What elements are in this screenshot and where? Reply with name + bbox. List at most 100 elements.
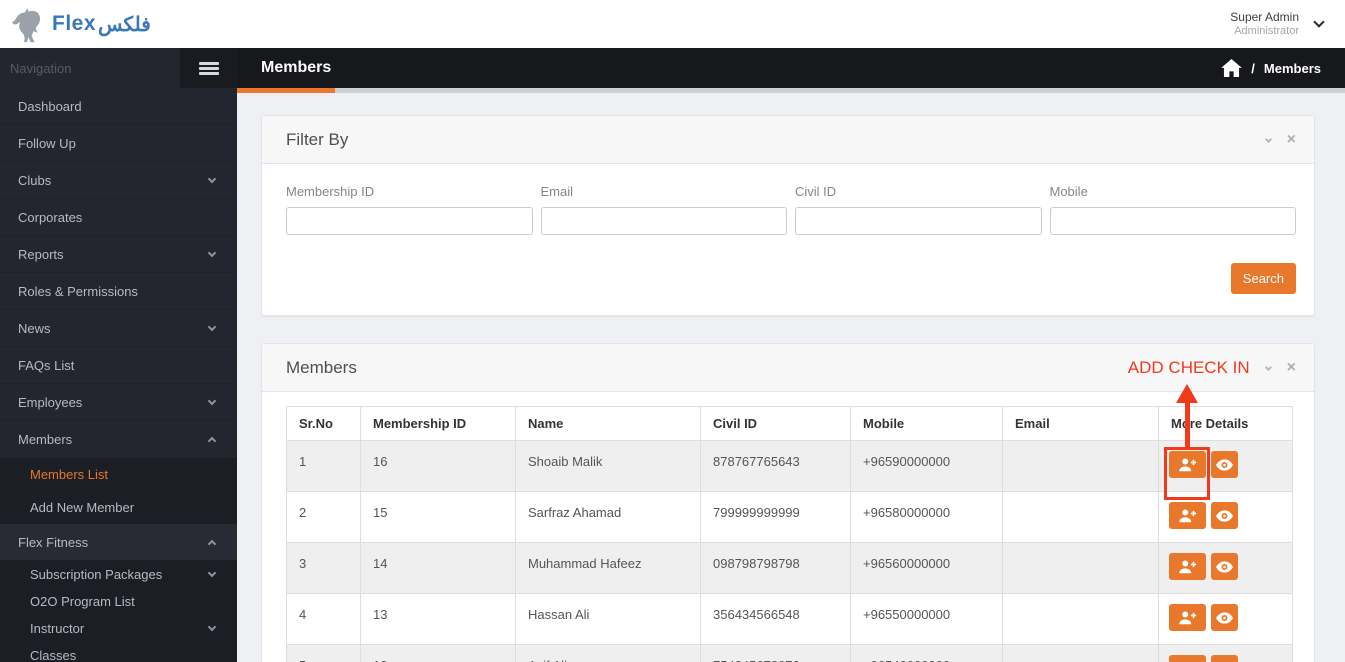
chevron-up-icon xyxy=(207,539,217,548)
sidebar-item-members-list[interactable]: Members List xyxy=(0,458,237,491)
field-label: Email xyxy=(540,184,574,199)
cell-actions xyxy=(1158,440,1293,492)
sidebar-item-reports[interactable]: Reports xyxy=(0,236,237,273)
cell-mobile: +96580000000 xyxy=(850,491,1003,543)
col-srno: Sr.No xyxy=(286,406,361,441)
sidebar-item-faqs-list[interactable]: FAQs List xyxy=(0,347,237,384)
collapse-panel-icon[interactable] xyxy=(1264,363,1272,372)
user-plus-icon xyxy=(1178,508,1197,523)
field-label: Membership ID xyxy=(286,184,375,199)
email-input[interactable] xyxy=(540,207,787,235)
sidebar-item-label: O2O Program List xyxy=(30,594,135,609)
cell-actions xyxy=(1158,491,1293,543)
field-civil-id: Civil ID xyxy=(795,184,1042,235)
breadcrumb: / Members xyxy=(1221,59,1321,77)
sidebar-item-o2o-program-list[interactable]: O2O Program List xyxy=(0,588,237,615)
field-label: Mobile xyxy=(1049,184,1088,199)
sidebar-item-employees[interactable]: Employees xyxy=(0,384,237,421)
chevron-up-icon xyxy=(207,436,217,445)
close-panel-icon[interactable]: × xyxy=(1287,131,1296,148)
user-plus-icon xyxy=(1178,457,1197,472)
cell-sr: 3 xyxy=(286,542,361,594)
user-menu[interactable]: Super Admin Administrator xyxy=(1230,10,1325,39)
cell-membership-id: 15 xyxy=(360,491,516,543)
add-checkin-button[interactable] xyxy=(1169,604,1206,631)
sidebar-item-roles-permissions[interactable]: Roles & Permissions xyxy=(0,273,237,310)
eye-icon xyxy=(1216,509,1233,522)
sidebar-item-label: Clubs xyxy=(18,172,52,188)
sidebar-item-flex-fitness[interactable]: Flex Fitness xyxy=(0,524,237,561)
civil-id-input[interactable] xyxy=(795,207,1042,235)
sidebar-item-instructor[interactable]: Instructor xyxy=(0,615,237,642)
cell-sr: 4 xyxy=(286,593,361,645)
sidebar-item-corporates[interactable]: Corporates xyxy=(0,199,237,236)
cell-email xyxy=(1002,440,1159,492)
filter-panel-title: Filter By xyxy=(286,129,349,149)
home-icon[interactable] xyxy=(1221,59,1243,77)
main-area: Members / Members Filter By × Membership… xyxy=(237,48,1345,662)
view-details-button[interactable] xyxy=(1211,553,1238,580)
horse-icon xyxy=(10,4,50,44)
sidebar-toggle-button[interactable] xyxy=(180,48,237,88)
brand-logo[interactable]: Flex فلكس xyxy=(10,4,151,44)
col-membership-id: Membership ID xyxy=(360,406,516,441)
table-row: 3 14 Muhammad Hafeez 098798798798 +965600000… xyxy=(286,542,1293,594)
field-label: Civil ID xyxy=(795,184,837,199)
cell-sr: 2 xyxy=(286,491,361,543)
add-checkin-button[interactable] xyxy=(1169,655,1206,662)
view-details-button[interactable] xyxy=(1211,451,1238,478)
sidebar: Navigation Dashboard Follow Up Clubs Corpor… xyxy=(0,48,237,662)
view-details-button[interactable] xyxy=(1211,604,1238,631)
membership-id-input[interactable] xyxy=(286,207,533,235)
cell-civil-id: 799999999999 xyxy=(700,491,851,543)
cell-membership-id: 12 xyxy=(360,644,516,662)
filter-panel-header: Filter By × xyxy=(262,116,1314,164)
cell-mobile: +96560000000 xyxy=(850,542,1003,594)
view-details-button[interactable] xyxy=(1211,655,1238,662)
table-header-row: Sr.No Membership ID Name Civil ID Mobile… xyxy=(286,406,1293,441)
members-panel-header: Members ADD CHECK IN × xyxy=(262,344,1314,392)
sidebar-item-label: Subscription Packages xyxy=(30,567,163,582)
add-checkin-button[interactable] xyxy=(1169,553,1206,580)
col-civil-id: Civil ID xyxy=(700,406,851,441)
mobile-input[interactable] xyxy=(1049,207,1296,235)
view-details-button[interactable] xyxy=(1211,502,1238,529)
sidebar-item-subscription-packages[interactable]: Subscription Packages xyxy=(0,561,237,588)
cell-civil-id: 754345678976 xyxy=(700,644,851,662)
sidebar-item-add-new-member[interactable]: Add New Member xyxy=(0,491,237,524)
members-table-body: 1 16 Shoaib Malik 878767765643 +96590000000 2… xyxy=(286,440,1293,662)
collapse-panel-icon[interactable] xyxy=(1264,135,1272,144)
cell-actions xyxy=(1158,593,1293,645)
sidebar-header: Navigation xyxy=(0,48,237,88)
table-row: 2 15 Sarfraz Ahamad 799999999999 +9658000000… xyxy=(286,491,1293,543)
cell-name: Hassan Ali xyxy=(515,593,701,645)
chevron-down-icon xyxy=(207,568,217,578)
page-title: Members xyxy=(261,59,332,76)
field-membership-id: Membership ID xyxy=(286,184,533,235)
sidebar-item-dashboard[interactable]: Dashboard xyxy=(0,88,237,125)
sidebar-item-follow-up[interactable]: Follow Up xyxy=(0,125,237,162)
sidebar-item-clubs[interactable]: Clubs xyxy=(0,162,237,199)
search-button[interactable]: Search xyxy=(1230,263,1296,294)
cell-mobile: +96550000000 xyxy=(850,593,1003,645)
eye-icon xyxy=(1216,611,1233,624)
field-mobile: Mobile xyxy=(1049,184,1296,235)
sidebar-item-classes[interactable]: Classes xyxy=(0,642,237,662)
cell-membership-id: 13 xyxy=(360,593,516,645)
cell-sr: 1 xyxy=(286,440,361,492)
user-plus-icon xyxy=(1178,610,1197,625)
sidebar-item-members[interactable]: Members xyxy=(0,421,237,458)
table-row: 4 13 Hassan Ali 356434566548 +96550000000 xyxy=(286,593,1293,645)
sidebar-item-news[interactable]: News xyxy=(0,310,237,347)
table-row: 1 16 Shoaib Malik 878767765643 +96590000000 xyxy=(286,440,1293,492)
cell-name: Muhammad Hafeez xyxy=(515,542,701,594)
sidebar-item-label: Add New Member xyxy=(30,500,135,515)
close-panel-icon[interactable]: × xyxy=(1287,359,1296,376)
add-checkin-button[interactable] xyxy=(1169,502,1206,529)
members-table: Sr.No Membership ID Name Civil ID Mobile… xyxy=(286,406,1293,662)
add-checkin-button[interactable] xyxy=(1169,451,1206,478)
sidebar-item-label: Roles & Permissions xyxy=(18,283,138,299)
cell-email xyxy=(1002,644,1159,662)
cell-membership-id: 16 xyxy=(360,440,516,492)
cell-actions xyxy=(1158,542,1293,594)
